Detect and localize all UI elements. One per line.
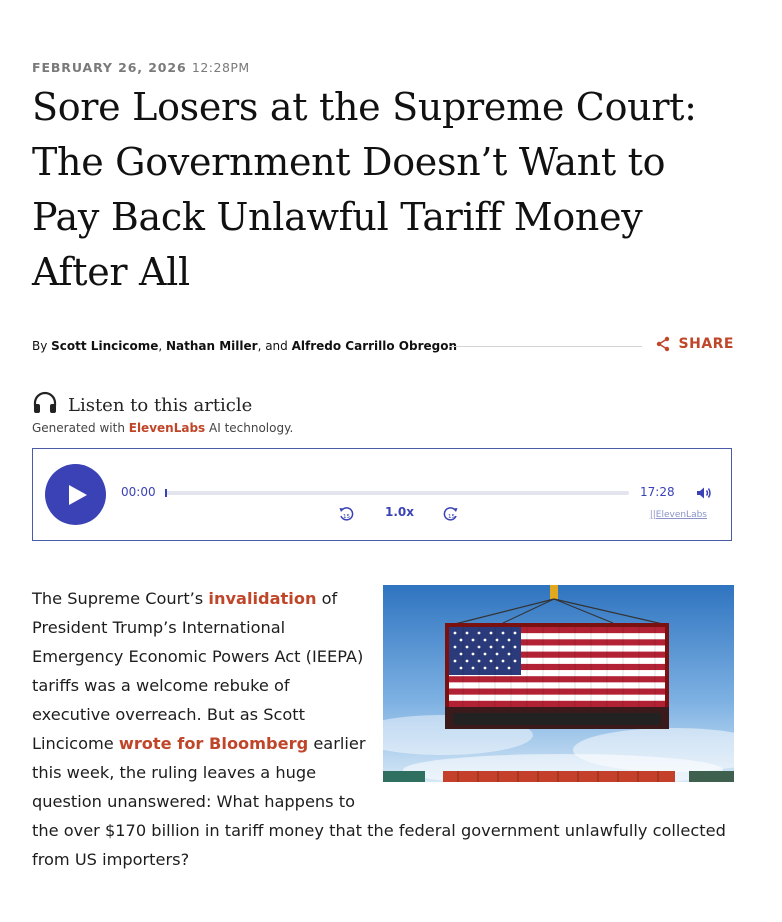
generated-prefix: Generated with <box>32 421 129 435</box>
byline-divider <box>449 346 642 347</box>
share-button[interactable]: SHARE <box>655 336 734 352</box>
image-float-spacer <box>366 584 734 789</box>
headphones-icon <box>32 391 58 419</box>
total-time: 17:28 <box>640 485 675 499</box>
bloomberg-link[interactable]: wrote for Bloomberg <box>119 734 308 753</box>
playback-speed-button[interactable]: 1.0x <box>385 505 414 519</box>
generated-suffix: AI technology. <box>205 421 294 435</box>
paragraph-text: of President Trump’s International Emerg… <box>32 589 364 753</box>
article-date: FEBRUARY 26, 2026 <box>32 60 187 75</box>
progress-handle[interactable] <box>165 489 167 497</box>
volume-icon[interactable] <box>696 485 712 504</box>
invalidation-link[interactable]: invalidation <box>208 589 316 608</box>
article-dateline: FEBRUARY 26, 2026 12:28PM <box>32 60 250 75</box>
author-link[interactable]: Alfredo Carrillo Obregon <box>292 339 457 353</box>
share-icon <box>655 336 671 352</box>
paragraph-text: The Supreme Court’s <box>32 589 209 608</box>
author-link[interactable]: Scott Lincicome <box>51 339 158 353</box>
forward-15-icon[interactable]: 15 <box>443 506 459 526</box>
play-button[interactable] <box>45 464 106 525</box>
byline-separator: , and <box>257 339 292 353</box>
elevenlabs-player-credit[interactable]: ||ElevenLabs <box>650 510 707 520</box>
share-label: SHARE <box>678 336 734 352</box>
article-paragraph: The Supreme Court’s invalidation of Pres… <box>32 584 734 874</box>
progress-bar[interactable] <box>165 489 629 497</box>
rewind-15-icon[interactable]: 15 <box>338 506 354 526</box>
svg-text:15: 15 <box>343 514 350 520</box>
audio-player: 00:00 17:28 15 1.0x 15 ||ElevenLabs <box>32 448 732 541</box>
article-time: 12:28PM <box>191 60 250 75</box>
byline-row: By Scott Lincicome, Nathan Miller, and A… <box>32 336 734 358</box>
byline-separator: , <box>158 339 166 353</box>
listen-heading: Listen to this article <box>32 391 252 419</box>
byline-prefix: By <box>32 339 52 353</box>
listen-label: Listen to this article <box>68 394 253 416</box>
article-title: Sore Losers at the Supreme Court: The Go… <box>32 85 697 294</box>
elevenlabs-link[interactable]: ElevenLabs <box>129 421 205 435</box>
current-time: 00:00 <box>121 485 156 499</box>
generated-credit: Generated with ElevenLabs AI technology. <box>32 421 293 435</box>
author-link[interactable]: Nathan Miller <box>166 339 258 353</box>
play-icon <box>69 485 87 505</box>
svg-text:15: 15 <box>448 514 455 520</box>
byline: By Scott Lincicome, Nathan Miller, and A… <box>32 339 457 353</box>
